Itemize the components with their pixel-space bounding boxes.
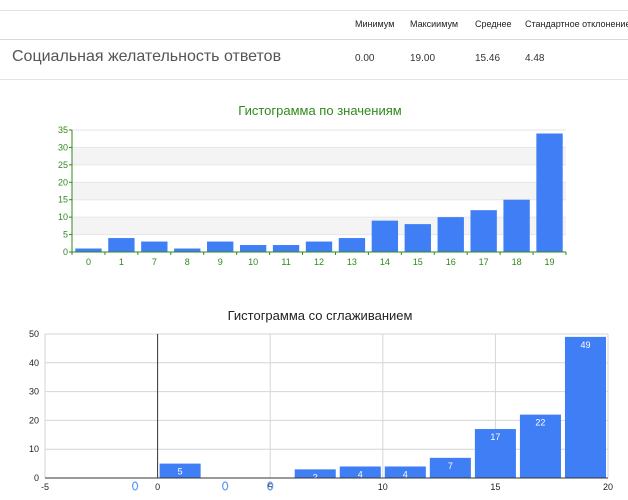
value-mean: 15.46 (475, 53, 501, 64)
data-label: 7 (448, 461, 453, 471)
x-tick-label: 13 (347, 257, 357, 267)
table-top-rule (0, 10, 628, 11)
x-tick-label: 17 (479, 257, 489, 267)
y-tick-label: 20 (29, 415, 39, 425)
bar (404, 224, 431, 252)
statistics-table: Минимум Максиимум Среднее Стандартное от… (0, 0, 628, 80)
point-marker (222, 481, 229, 491)
bar (207, 241, 234, 252)
value-std-dev: 4.48 (525, 53, 545, 64)
y-tick-label: 40 (29, 358, 39, 368)
smoothed-histogram-chart: Гистограмма со сглаживанием01020304050-5… (29, 308, 613, 492)
bar (141, 241, 168, 252)
x-tick-label: 16 (446, 257, 456, 267)
x-tick-label: 10 (248, 257, 258, 267)
header-minimum: Минимум (355, 19, 395, 29)
data-label: 5 (178, 467, 183, 477)
bar (536, 133, 563, 252)
bar (239, 245, 267, 252)
y-tick-label: 25 (58, 160, 68, 170)
y-tick-label: 10 (58, 212, 68, 222)
x-tick-label: 0 (86, 257, 91, 267)
bar (108, 238, 135, 252)
x-tick-label: 18 (512, 257, 522, 267)
x-tick-label: 9 (218, 257, 223, 267)
y-tick-label: 15 (58, 195, 68, 205)
grid-band (72, 182, 566, 200)
y-tick-label: 0 (63, 247, 68, 257)
x-tick-label: 15 (490, 482, 500, 492)
data-label: 3 (313, 472, 318, 482)
y-tick-label: 30 (58, 142, 68, 152)
bar (564, 336, 606, 478)
x-tick-label: 11 (281, 257, 290, 267)
x-tick-label: 8 (185, 257, 190, 267)
grid-band (72, 147, 566, 165)
y-tick-label: 35 (58, 125, 68, 135)
bar (272, 245, 300, 252)
data-label: 49 (580, 340, 590, 350)
bar (75, 248, 102, 252)
bar (174, 248, 201, 252)
bar (470, 210, 497, 252)
chart-title: Гистограмма со сглаживанием (228, 308, 413, 323)
x-tick-label: 15 (413, 257, 423, 267)
scale-name: Социальная желательность ответов (12, 48, 282, 65)
y-tick-label: 5 (63, 230, 68, 240)
y-tick-label: 50 (29, 329, 39, 339)
x-tick-label: 14 (380, 257, 390, 267)
point-marker (131, 481, 139, 491)
value-minimum: 0.00 (355, 53, 375, 64)
x-tick-label: 7 (152, 257, 157, 267)
value-maximum: 19.00 (410, 53, 436, 64)
y-tick-label: 0 (34, 473, 39, 483)
bar (338, 238, 366, 252)
bar (503, 199, 530, 252)
x-tick-label: 20 (603, 482, 613, 492)
x-tick-label: 10 (378, 482, 388, 492)
y-tick-label: 20 (58, 177, 68, 187)
bar (371, 220, 399, 252)
y-tick-label: 10 (29, 444, 39, 454)
bar (437, 217, 464, 252)
x-tick-label: 1 (119, 257, 124, 267)
data-label: 22 (535, 418, 545, 428)
x-tick-label: 0 (155, 482, 160, 492)
table-header-rule (0, 39, 628, 40)
x-tick-label: 12 (314, 257, 324, 267)
table-bottom-rule (0, 79, 628, 80)
x-tick-label: 19 (545, 257, 555, 267)
data-label: 17 (490, 432, 500, 442)
values-histogram-chart: Гистограмма по значениям 0 5 10 15 20 25 30 35 0 1… (58, 103, 567, 267)
x-tick-label: -5 (41, 482, 49, 492)
header-maximum: Максиимум (410, 19, 459, 29)
chart-title: Гистограмма по значениям (238, 103, 401, 118)
header-mean: Среднее (475, 19, 512, 29)
bar (305, 241, 333, 252)
header-std-dev: Стандартное отклонение (525, 19, 628, 29)
y-tick-label: 30 (29, 387, 39, 397)
